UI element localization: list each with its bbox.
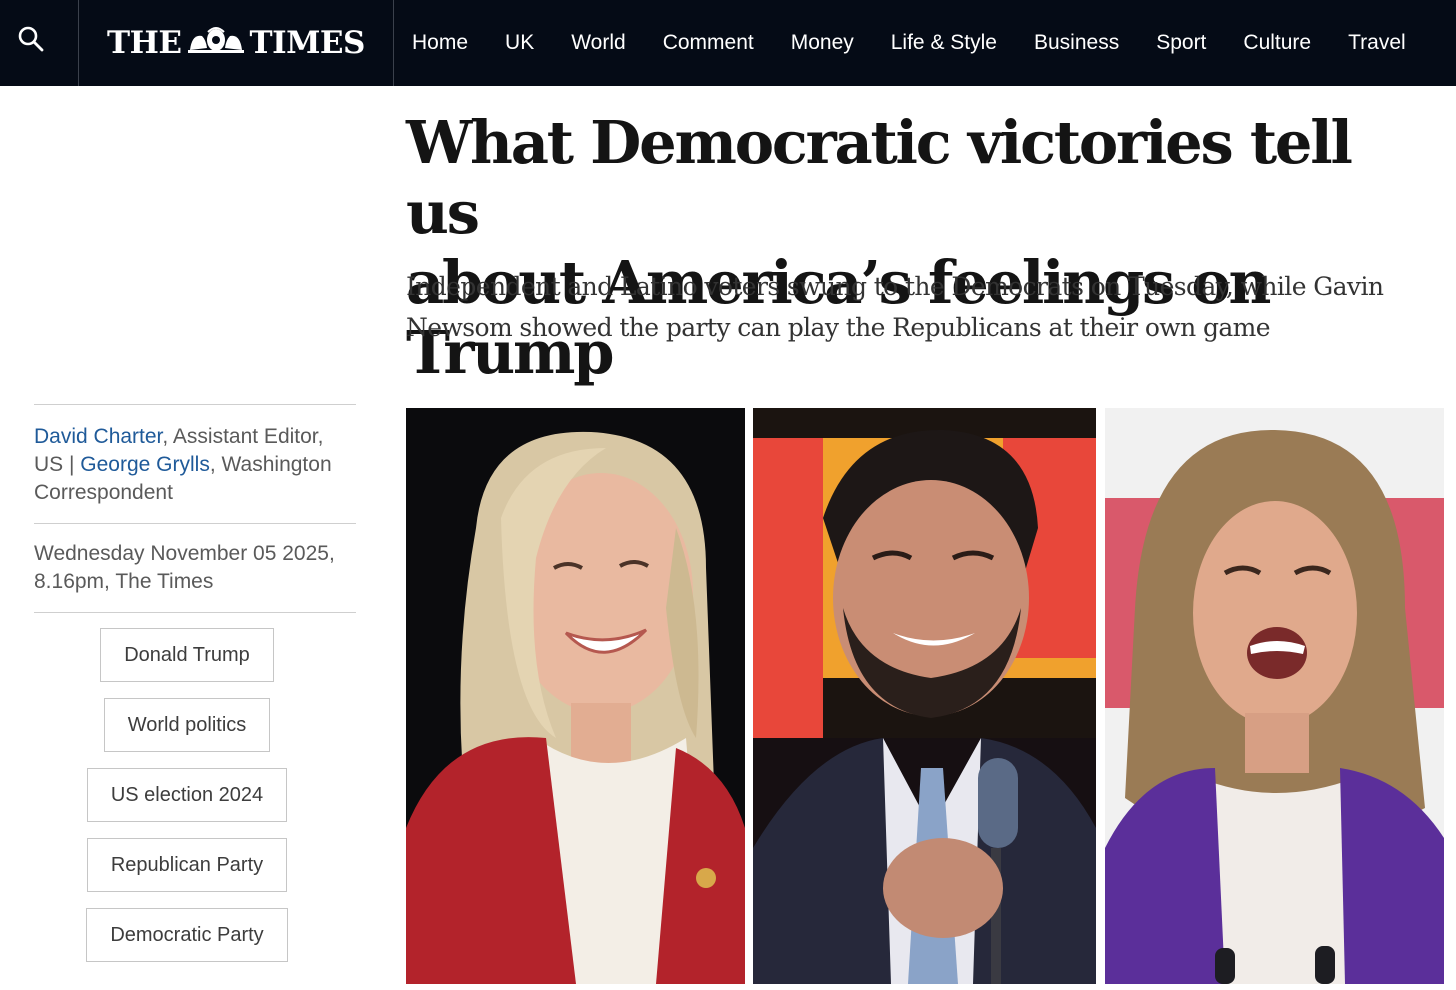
- section-nav: Home UK World Comment Money Life & Style…: [394, 0, 1425, 86]
- author-role-1: , Assistant Editor,: [162, 425, 324, 448]
- nav-business[interactable]: Business: [1034, 31, 1119, 55]
- nav-sport[interactable]: Sport: [1156, 31, 1206, 55]
- nav-travel[interactable]: Travel: [1348, 31, 1406, 55]
- portrait-photo-3: [1105, 408, 1444, 984]
- nav-uk[interactable]: UK: [505, 31, 534, 55]
- logo-text-left: THE: [107, 25, 182, 61]
- tag-democratic-party[interactable]: Democratic Party: [86, 908, 288, 962]
- portrait-photo-2: [753, 408, 1096, 984]
- nav-comment[interactable]: Comment: [663, 31, 754, 55]
- author-role-2: , Washington: [209, 453, 332, 476]
- standfirst-line-1: Independent and Latino voters swung to t…: [406, 272, 1384, 301]
- lead-image-composite: [406, 408, 1444, 984]
- topic-tags: Donald Trump World politics US election …: [34, 628, 340, 978]
- tag-us-election-2024[interactable]: US election 2024: [86, 768, 288, 822]
- portrait-photo-1: [406, 408, 745, 984]
- byline: David Charter, Assistant Editor, US | Ge…: [34, 404, 356, 524]
- publish-time-source: 8.16pm, The Times: [34, 570, 214, 593]
- standfirst-line-2: Newsom showed the party can play the Rep…: [406, 313, 1271, 342]
- headline-line-1: What Democratic victories tell us: [406, 108, 1353, 247]
- author-link-david-charter[interactable]: David Charter: [34, 425, 162, 448]
- royal-crest-icon: [186, 24, 246, 62]
- publish-date: Wednesday November 05 2025,: [34, 542, 335, 565]
- nav-money[interactable]: Money: [791, 31, 854, 55]
- author-role-2-cont: Correspondent: [34, 481, 173, 504]
- logo-text-right: TIMES: [249, 25, 366, 61]
- dateline: Wednesday November 05 2025, 8.16pm, The …: [34, 524, 356, 613]
- article-standfirst: Independent and Latino voters swung to t…: [406, 266, 1406, 348]
- search-icon[interactable]: [17, 25, 45, 53]
- nav-home[interactable]: Home: [412, 31, 468, 55]
- top-navigation-bar: THE TIMES Home UK World Comment Money Li…: [0, 0, 1456, 86]
- tag-world-politics[interactable]: World politics: [103, 698, 271, 752]
- tag-republican-party[interactable]: Republican Party: [86, 838, 288, 892]
- nav-life-style[interactable]: Life & Style: [891, 31, 997, 55]
- tag-donald-trump[interactable]: Donald Trump: [100, 628, 274, 682]
- nav-world[interactable]: World: [571, 31, 625, 55]
- article-meta: David Charter, Assistant Editor, US | Ge…: [34, 404, 356, 613]
- times-logo[interactable]: THE TIMES: [79, 0, 394, 86]
- author-link-george-grylls[interactable]: George Grylls: [80, 453, 210, 476]
- search-button[interactable]: [0, 0, 79, 86]
- author-role-1-cont: US |: [34, 453, 81, 476]
- nav-culture[interactable]: Culture: [1243, 31, 1311, 55]
